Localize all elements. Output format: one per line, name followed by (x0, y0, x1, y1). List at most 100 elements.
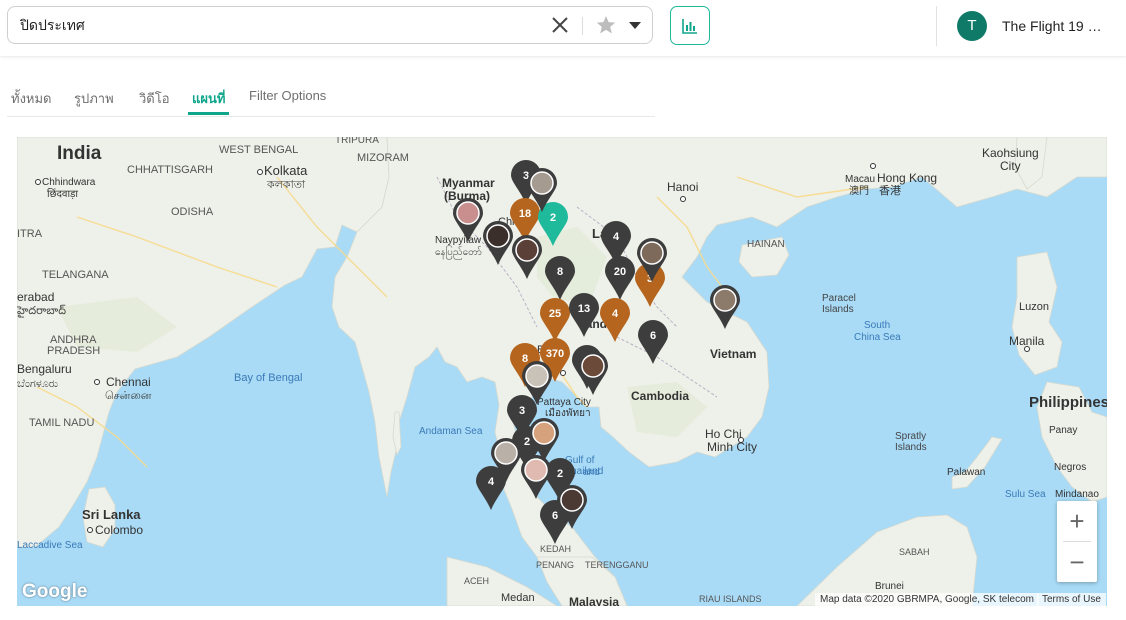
star-icon[interactable] (595, 14, 617, 36)
map-label: Bay of Bengal (234, 372, 303, 384)
marker-photo-thumbnail (530, 171, 554, 195)
marker-photo-thumbnail (525, 364, 549, 388)
marker-count: 2 (557, 468, 563, 480)
map[interactable]: India WEST BENGAL TRIPURA MIZORAM Kolkat… (17, 137, 1107, 606)
map-label: Kaohsiung (982, 146, 1039, 160)
map-label: နေပြည်တော် (435, 244, 482, 260)
user-name[interactable]: The Flight 19 … (1002, 18, 1102, 34)
marker-count: 6 (650, 330, 656, 342)
marker-count: 20 (614, 266, 626, 278)
statistics-button[interactable] (670, 6, 710, 45)
map-label: เมืองพัทยา (545, 407, 591, 419)
map-label: Sulu Sea (1005, 489, 1046, 500)
map-label: and (583, 467, 600, 478)
map-label: HAINAN (747, 239, 785, 250)
city-dot (35, 179, 41, 185)
marker-photo-thumbnail (581, 354, 605, 378)
marker-count: 25 (549, 308, 561, 320)
close-icon[interactable] (549, 14, 571, 36)
marker-count: 2 (524, 436, 530, 448)
map-label: TAMIL NADU (29, 417, 94, 429)
map-label: Bengaluru (17, 362, 72, 376)
map-label: Hong Kong (877, 171, 937, 185)
map-label: TRIPURA (335, 137, 379, 146)
minus-icon[interactable]: − (1057, 542, 1097, 582)
city-dot (680, 196, 686, 202)
land-indochina (331, 137, 1107, 606)
map-label: CHHATTISGARH (127, 164, 213, 176)
caret-down-icon[interactable] (624, 14, 646, 36)
marker-count: 18 (519, 208, 531, 220)
map-label: 澳門 (849, 184, 869, 197)
map-label: ACEH (464, 576, 489, 586)
map-label: Spratly (895, 431, 926, 442)
map-label: Brunei (875, 581, 904, 592)
avatar[interactable]: T (957, 11, 987, 41)
zoom-control: + − (1057, 501, 1097, 582)
map-label: Luzon (1019, 301, 1049, 313)
map-label: Islands (895, 442, 927, 453)
tab-all[interactable]: ทั้งหมด (11, 88, 52, 109)
map-label: Medan (501, 592, 535, 604)
map-label: Pattaya City (537, 397, 591, 408)
map-label: ಬೆಂಗಳೂರು (17, 378, 59, 390)
map-label: Chennai (106, 375, 151, 389)
map-label: Ho Chi (705, 427, 742, 441)
marker-count: 4 (488, 476, 495, 488)
terms-of-use-link[interactable]: Terms of Use (1037, 593, 1106, 606)
city-dot (87, 527, 93, 533)
marker-photo-thumbnail (713, 288, 737, 312)
map-label: Colombo (95, 523, 143, 537)
map-label: SABAH (899, 547, 930, 557)
map-label: China Sea (854, 332, 901, 343)
search-divider (582, 17, 583, 35)
map-label: India (57, 143, 102, 164)
marker-count: 4 (612, 308, 619, 320)
marker-count: 6 (552, 510, 558, 522)
marker-photo-thumbnail (494, 441, 518, 465)
map-canvas[interactable]: India WEST BENGAL TRIPURA MIZORAM Kolkat… (17, 137, 1107, 606)
marker-count: 8 (557, 266, 563, 278)
map-label: South (864, 320, 890, 331)
map-label: Mindanao (1055, 489, 1099, 500)
marker-photo-thumbnail (560, 488, 584, 512)
top-bar: T The Flight 19 … (0, 0, 1126, 56)
marker-photo-thumbnail (456, 201, 480, 225)
map-label: Malaysia (569, 595, 619, 606)
map-label: ITRA (17, 228, 43, 240)
city-dot (738, 437, 744, 443)
map-label: Panay (1049, 425, 1077, 436)
map-label: Sri Lanka (82, 507, 141, 522)
tab-videos[interactable]: วิดีโอ (139, 88, 170, 109)
marker-count: 4 (613, 231, 620, 243)
map-label: KEDAH (540, 544, 571, 554)
city-dot (94, 379, 100, 385)
tab-images[interactable]: รูปภาพ (74, 88, 114, 109)
map-label: কলকাতা (266, 179, 306, 191)
map-label: WEST BENGAL (219, 144, 298, 156)
tab-map[interactable]: แผนที่ (192, 88, 225, 109)
active-tab-indicator (188, 112, 229, 115)
map-label: Cambodia (631, 389, 689, 403)
google-logo: Google (22, 581, 88, 602)
bar-chart-icon (682, 19, 697, 34)
marker-count: 8 (522, 353, 528, 365)
map-label: 香港 (879, 184, 901, 197)
map-attribution: Map data ©2020 GBRMPA, Google, SK teleco… (815, 593, 1039, 606)
marker-count: 370 (546, 348, 564, 360)
plus-icon[interactable]: + (1057, 501, 1097, 541)
header-divider (936, 6, 937, 46)
search-input[interactable] (18, 15, 542, 37)
map-label: RIAU ISLANDS (699, 594, 762, 604)
map-label: Macau (845, 174, 875, 185)
map-label: Philippines (1029, 394, 1107, 411)
city-dot (560, 370, 566, 376)
map-label: Andaman Sea (419, 426, 483, 437)
map-label: MIZORAM (357, 152, 409, 164)
marker-count: 13 (578, 303, 590, 315)
map-label: சென்னை (105, 390, 152, 402)
map-label: Vietnam (710, 347, 756, 361)
map-label: ODISHA (171, 206, 214, 218)
map-label: City (1000, 159, 1021, 173)
tab-filter-options[interactable]: Filter Options (249, 88, 326, 103)
